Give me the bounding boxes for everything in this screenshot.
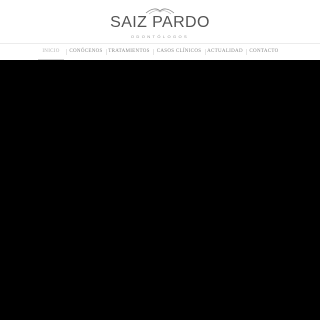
site-header: SAIZ PARDO ODONTÓLOGOS INICIO CONÓCENOS …: [0, 0, 320, 60]
main-nav: INICIO CONÓCENOS TRATAMIENTOS CASOS CLÍN…: [0, 44, 320, 60]
nav-separator: [205, 49, 206, 55]
nav-item-actualidad[interactable]: ACTUALIDAD: [207, 44, 243, 60]
nav-item-inicio[interactable]: INICIO: [38, 44, 64, 60]
nav-separator: [66, 49, 67, 55]
hero-media-area: [0, 60, 320, 320]
nav-item-casos-clinicos[interactable]: CASOS CLÍNICOS: [156, 44, 202, 60]
nav-separator: [106, 49, 107, 55]
logo[interactable]: SAIZ PARDO ODONTÓLOGOS: [0, 4, 320, 40]
brand-tagline: ODONTÓLOGOS: [130, 34, 190, 39]
brand-name: SAIZ PARDO: [110, 14, 210, 31]
nav-separator: [153, 49, 154, 55]
nav-item-conocenos[interactable]: CONÓCENOS: [68, 44, 104, 60]
nav-item-contacto[interactable]: CONTACTO: [249, 44, 279, 60]
nav-item-tratamientos[interactable]: TRATAMIENTOS: [108, 44, 150, 60]
nav-separator: [246, 49, 247, 55]
